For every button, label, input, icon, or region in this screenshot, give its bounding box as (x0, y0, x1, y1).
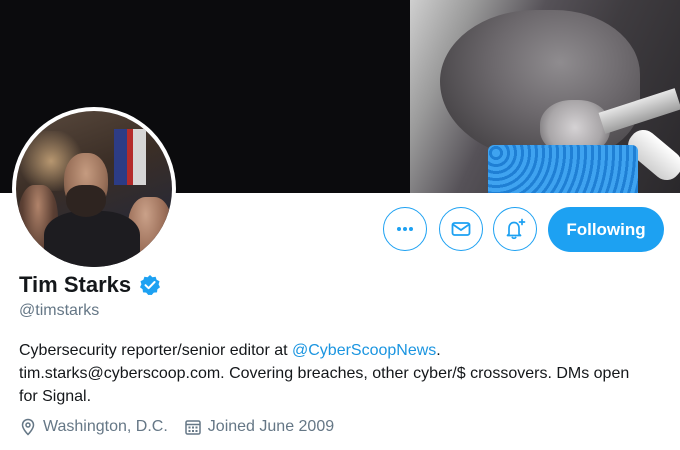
envelope-icon (451, 222, 471, 236)
avatar-beard (66, 185, 106, 217)
profile-bio: Cybersecurity reporter/senior editor at … (19, 339, 669, 408)
joined-item: Joined June 2009 (184, 418, 334, 436)
message-button[interactable] (439, 207, 483, 251)
verified-badge-icon (140, 275, 161, 295)
profile-handle: @timstarks (19, 302, 100, 319)
notifications-button[interactable] (493, 207, 537, 251)
following-button[interactable]: Following (548, 207, 664, 252)
avatar-shirt (44, 211, 140, 267)
bio-mention-link[interactable]: @CyberScoopNews (292, 342, 436, 359)
profile-name: Tim Starks (19, 272, 132, 297)
banner-blue-mat (488, 145, 638, 193)
avatar-flag (114, 129, 146, 185)
location-pin-icon (21, 418, 35, 436)
profile-meta: Washington, D.C. Joined June 2009 (19, 418, 350, 436)
avatar-photo (16, 111, 172, 267)
location-item: Washington, D.C. (19, 418, 168, 436)
bio-line-1: Cybersecurity reporter/senior editor at … (19, 339, 669, 362)
more-options-button[interactable] (383, 207, 427, 251)
bio-line-3: for Signal. (19, 388, 92, 405)
following-label: Following (566, 219, 646, 239)
location-text: Washington, D.C. (43, 418, 168, 435)
bio-text: Cybersecurity reporter/senior editor at (19, 342, 292, 359)
profile-avatar[interactable] (12, 107, 176, 271)
profile-name-row: Tim Starks (19, 272, 161, 298)
bio-period: . (436, 342, 441, 359)
more-icon (397, 227, 413, 231)
calendar-icon (185, 420, 201, 435)
bell-plus-icon (506, 218, 526, 240)
joined-text: Joined June 2009 (207, 418, 335, 435)
bio-line-2: tim.starks@cyberscoop.com. Covering brea… (19, 365, 630, 382)
